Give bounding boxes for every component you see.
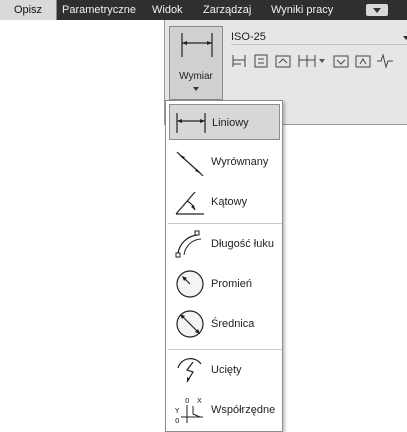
adjust-space-icon[interactable] [331,51,351,71]
menu-item-wyrownany[interactable]: Wyrównany [169,144,280,180]
svg-text:Y: Y [174,407,180,415]
baseline-dimension-icon[interactable] [229,51,249,71]
menu-item-label: Liniowy [212,117,249,129]
diameter-icon [176,310,204,338]
dimension-break-icon[interactable] [273,51,293,71]
menu-item-srednica[interactable]: Średnica [169,306,280,342]
chevron-down-icon [193,87,199,91]
menu-item-label: Współrzędne [211,404,276,416]
tab-overflow-dropdown-icon[interactable] [366,4,388,16]
chevron-down-icon[interactable] [403,36,407,40]
tab-parametryczne[interactable]: Parametryczne [62,0,136,20]
svg-text:0: 0 [175,417,179,425]
menu-item-label: Wyrównany [211,156,269,168]
menu-item-label: Średnica [211,318,255,330]
menu-item-label: Długość łuku [211,238,274,250]
chevron-down-icon[interactable] [319,59,325,63]
inspect-dimension-icon[interactable] [375,51,395,71]
tab-wyniki-pracy[interactable]: Wyniki pracy [271,0,333,20]
quick-dimension-icon[interactable] [251,51,271,71]
dimension-style-select[interactable]: ISO-25 [231,29,407,45]
menu-item-dlugosc-luku[interactable]: Długość łuku [169,226,280,262]
linear-dimension-icon [181,33,213,57]
menu-item-promien[interactable]: Promień [169,266,280,302]
menu-separator [168,223,282,224]
menu-item-label: Ucięty [211,364,242,376]
svg-text:0: 0 [185,397,189,405]
menu-item-label: Kątowy [211,196,248,208]
menu-item-label: Promień [211,278,252,290]
menu-item-liniowy[interactable]: Liniowy [169,104,280,140]
jogged-icon [177,358,202,383]
ordinate-icon: 0 X Y 0 [174,397,203,425]
menu-separator [168,349,282,350]
tab-opisz[interactable]: Opisz [0,0,57,20]
ribbon-tab-bar: Opisz Parametryczne Widok Zarządzaj Wyni… [0,0,407,20]
arc-length-icon [175,230,202,258]
menu-item-wspolrzedne[interactable]: 0 X Y 0 Współrzędne [169,392,280,428]
angular-icon [175,191,204,215]
svg-text:X: X [197,397,202,405]
jogged-linear-icon[interactable] [353,51,373,71]
linear-icon [176,113,206,133]
radius-icon [176,270,204,298]
menu-item-uciety[interactable]: Ucięty [169,352,280,388]
dimension-button-label: Wymiar [179,71,213,82]
menu-item-katowy[interactable]: Kątowy [169,184,280,220]
tab-widok[interactable]: Widok [152,0,183,20]
continue-dimension-icon[interactable] [297,51,317,71]
dimension-type-menu: Liniowy Wyrównany Kątowy Długość łuku Pr… [165,100,283,432]
aligned-icon [176,151,204,177]
tab-zarzadzaj[interactable]: Zarządzaj [203,0,251,20]
dimension-split-button[interactable]: Wymiar [169,26,223,100]
